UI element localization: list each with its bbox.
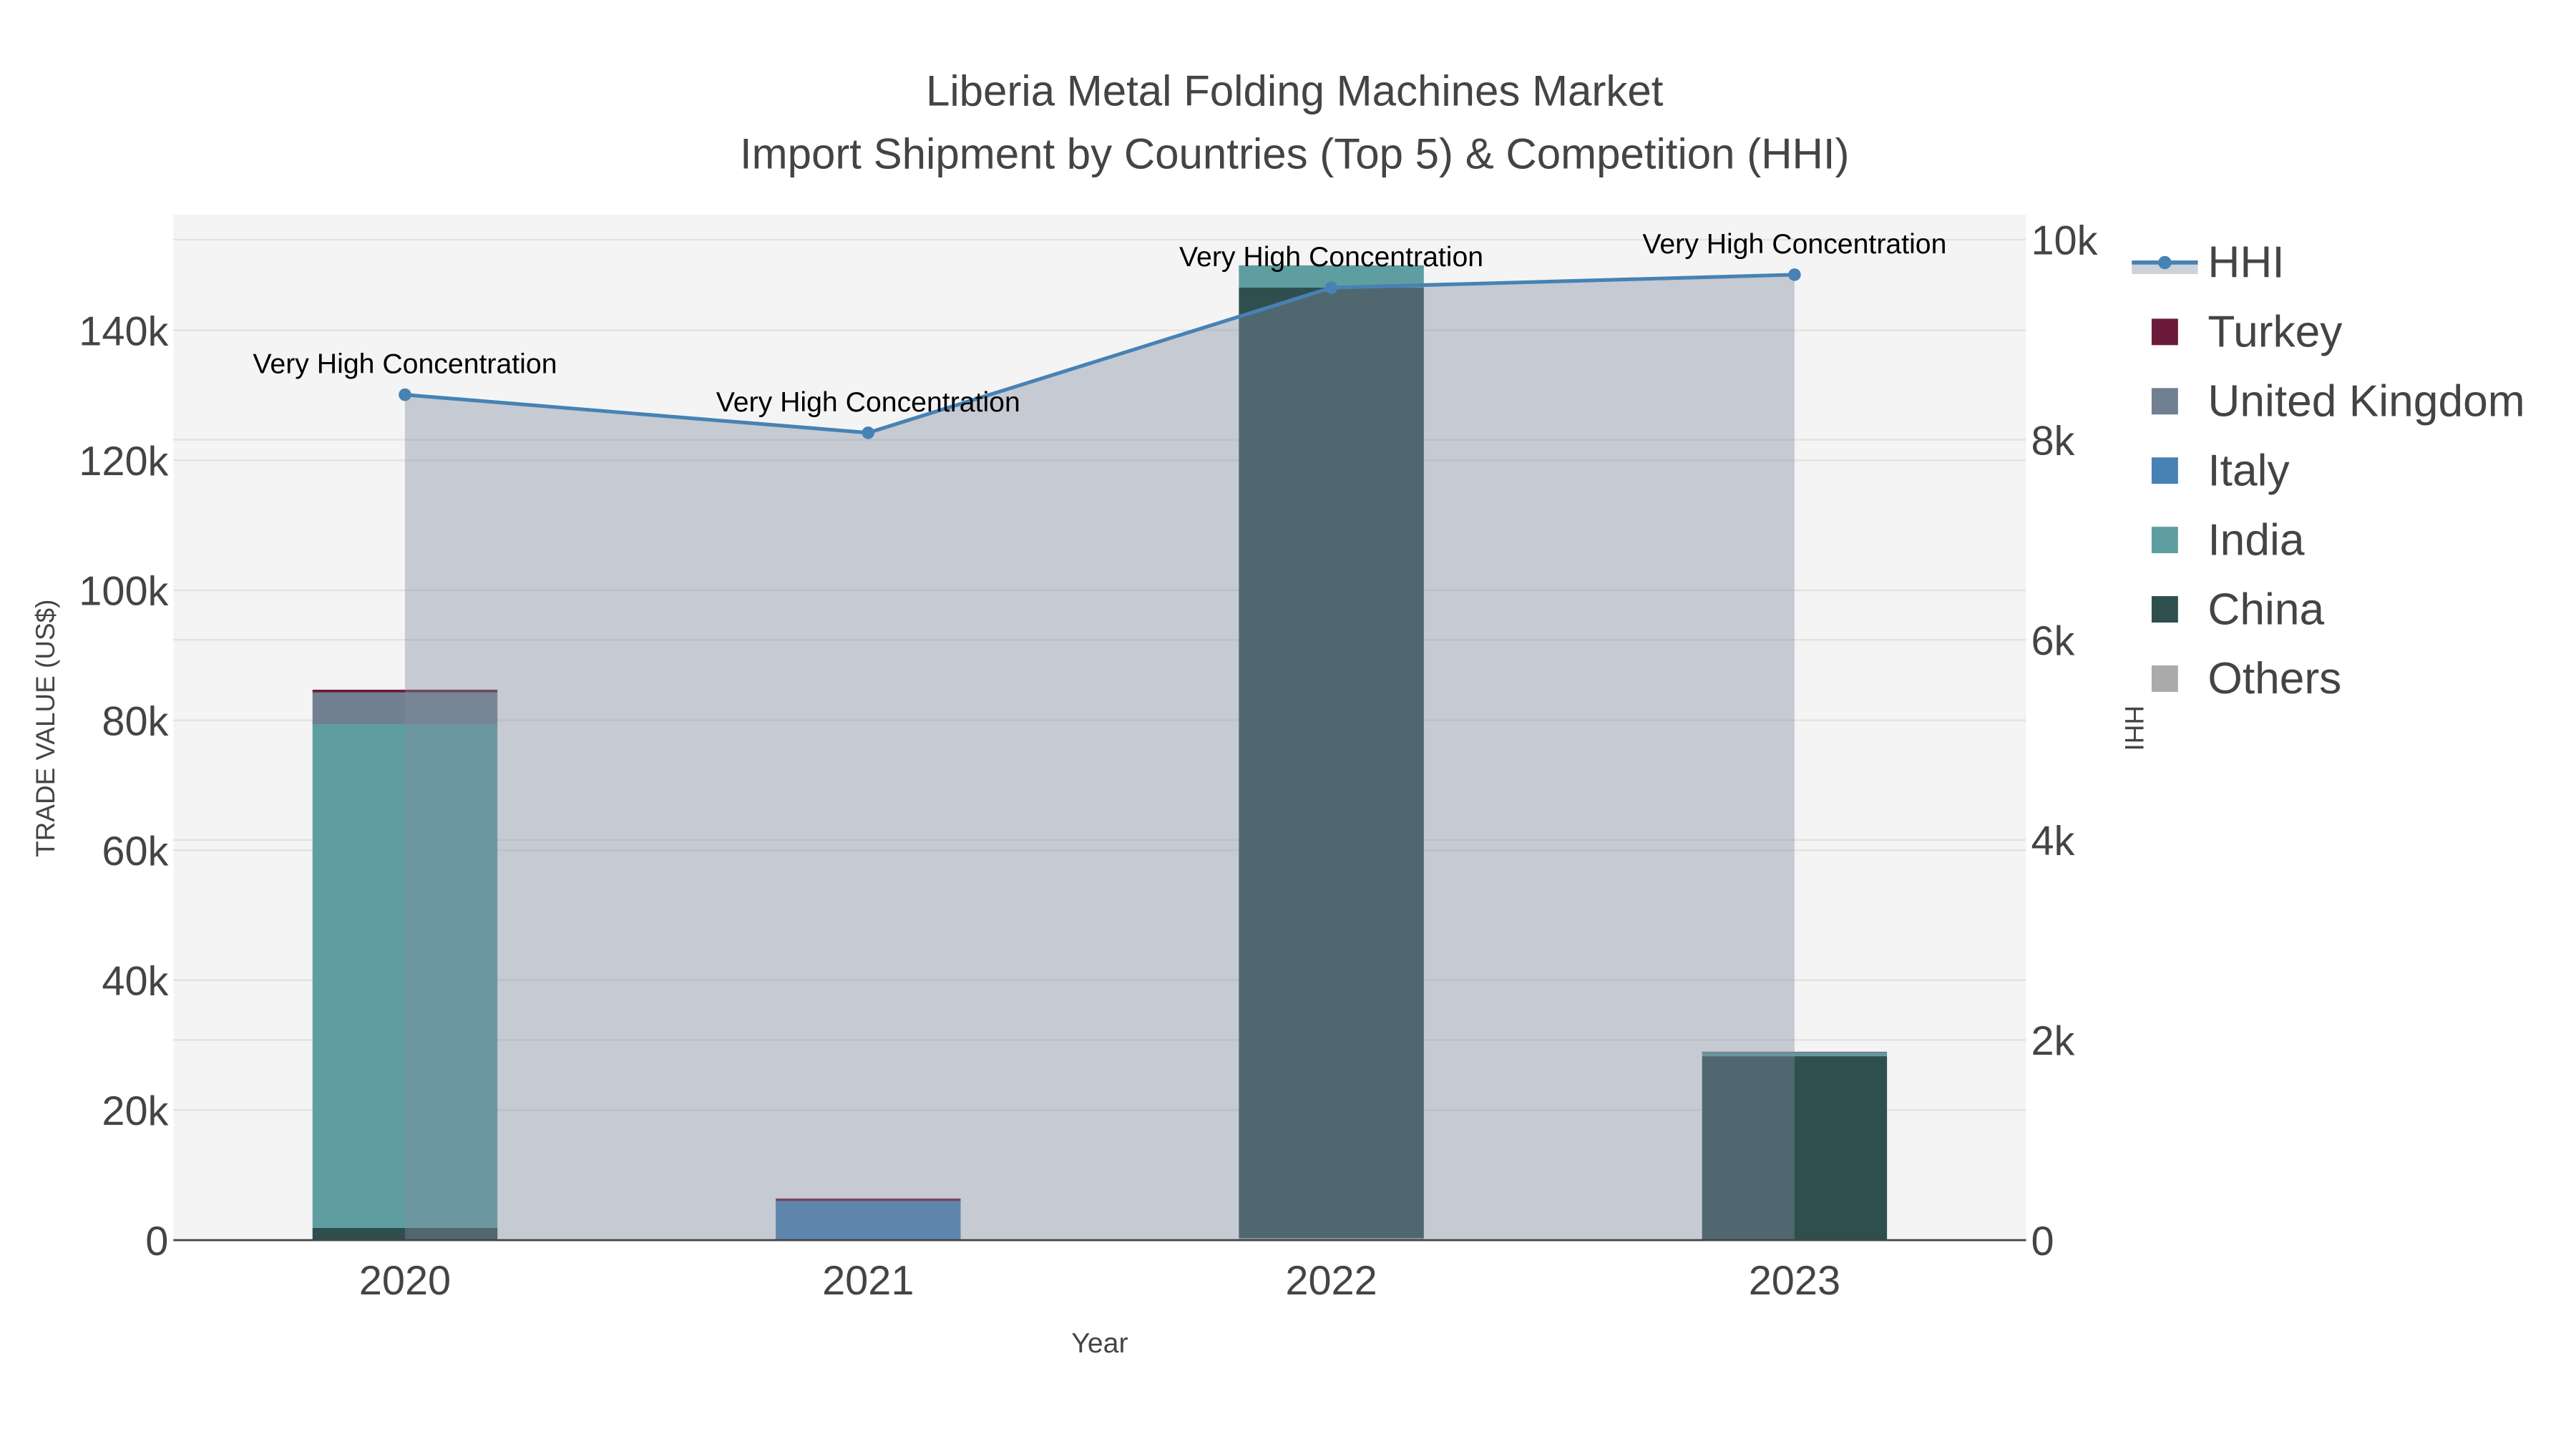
legend-label: HHI bbox=[2207, 238, 2284, 288]
y-tick-label: 120k bbox=[79, 439, 168, 484]
legend-item-china[interactable]: China bbox=[2151, 585, 2325, 634]
y2-axis-title: HHI bbox=[2119, 706, 2149, 751]
hhi-annotation: Very High Concentration bbox=[1179, 241, 1483, 273]
legend-label: Italy bbox=[2207, 446, 2290, 495]
y-tick-label: 100k bbox=[79, 569, 168, 615]
hhi-point[interactable] bbox=[1324, 281, 1338, 294]
y2-tick-label: 0 bbox=[2031, 1219, 2054, 1264]
legend-swatch bbox=[2151, 596, 2178, 623]
legend-swatch bbox=[2151, 318, 2178, 346]
legend-label: India bbox=[2207, 515, 2304, 565]
x-axis-title: Year bbox=[1071, 1327, 1128, 1359]
legend-label: Others bbox=[2207, 654, 2341, 703]
y2-tick-label: 4k bbox=[2031, 819, 2074, 864]
chart-title-line2: Import Shipment by Countries (Top 5) & C… bbox=[740, 130, 1850, 177]
legend-swatch bbox=[2151, 527, 2178, 554]
legend-swatch bbox=[2151, 457, 2178, 484]
chart-title-line1: Liberia Metal Folding Machines Market bbox=[926, 67, 1664, 115]
legend-item-italy[interactable]: Italy bbox=[2151, 446, 2290, 495]
y2-tick-label: 10k bbox=[2031, 218, 2097, 264]
y2-tick-label: 6k bbox=[2031, 618, 2074, 664]
y2-tick-label: 8k bbox=[2031, 418, 2074, 464]
y-tick-label: 40k bbox=[102, 959, 168, 1005]
y-tick-label: 80k bbox=[102, 698, 168, 744]
y-tick-label: 140k bbox=[79, 308, 168, 354]
x-tick-label: 2021 bbox=[822, 1258, 914, 1304]
hhi-point[interactable] bbox=[399, 388, 411, 401]
x-tick-label: 2022 bbox=[1285, 1258, 1377, 1304]
hhi-annotation: Very High Concentration bbox=[253, 348, 557, 380]
x-tick-label: 2020 bbox=[359, 1258, 451, 1304]
legend-swatch bbox=[2151, 665, 2178, 692]
legend-label: China bbox=[2207, 585, 2324, 634]
legend-label: Turkey bbox=[2207, 308, 2343, 357]
legend-item-others[interactable]: Others bbox=[2151, 654, 2341, 703]
hhi-point[interactable] bbox=[1788, 268, 1801, 281]
legend-item-turkey[interactable]: Turkey bbox=[2151, 308, 2343, 357]
y-tick-label: 20k bbox=[102, 1088, 168, 1134]
y-axis-title: TRADE VALUE (US$) bbox=[31, 600, 60, 857]
hhi-annotation: Very High Concentration bbox=[1642, 228, 1946, 260]
hhi-annotation: Very High Concentration bbox=[716, 386, 1020, 418]
x-tick-label: 2023 bbox=[1749, 1258, 1840, 1304]
legend: HHI Turkey United Kingdom Italy India China Ot… bbox=[2132, 238, 2525, 703]
y-tick-label: 0 bbox=[145, 1219, 168, 1264]
y-tick-label: 60k bbox=[102, 829, 168, 874]
legend-item-united-kingdom[interactable]: United Kingdom bbox=[2151, 377, 2525, 426]
legend-swatch bbox=[2151, 388, 2178, 415]
chart: Liberia Metal Folding Machines Market Im… bbox=[31, 67, 2525, 1359]
hhi-area bbox=[404, 274, 1795, 1241]
legend-item-india[interactable]: India bbox=[2151, 515, 2305, 565]
legend-label: United Kingdom bbox=[2207, 377, 2524, 426]
hhi-point[interactable] bbox=[862, 426, 875, 439]
legend-swatch bbox=[2158, 255, 2172, 270]
legend-item-hhi[interactable]: HHI bbox=[2132, 238, 2285, 288]
y2-tick-label: 2k bbox=[2031, 1018, 2074, 1064]
